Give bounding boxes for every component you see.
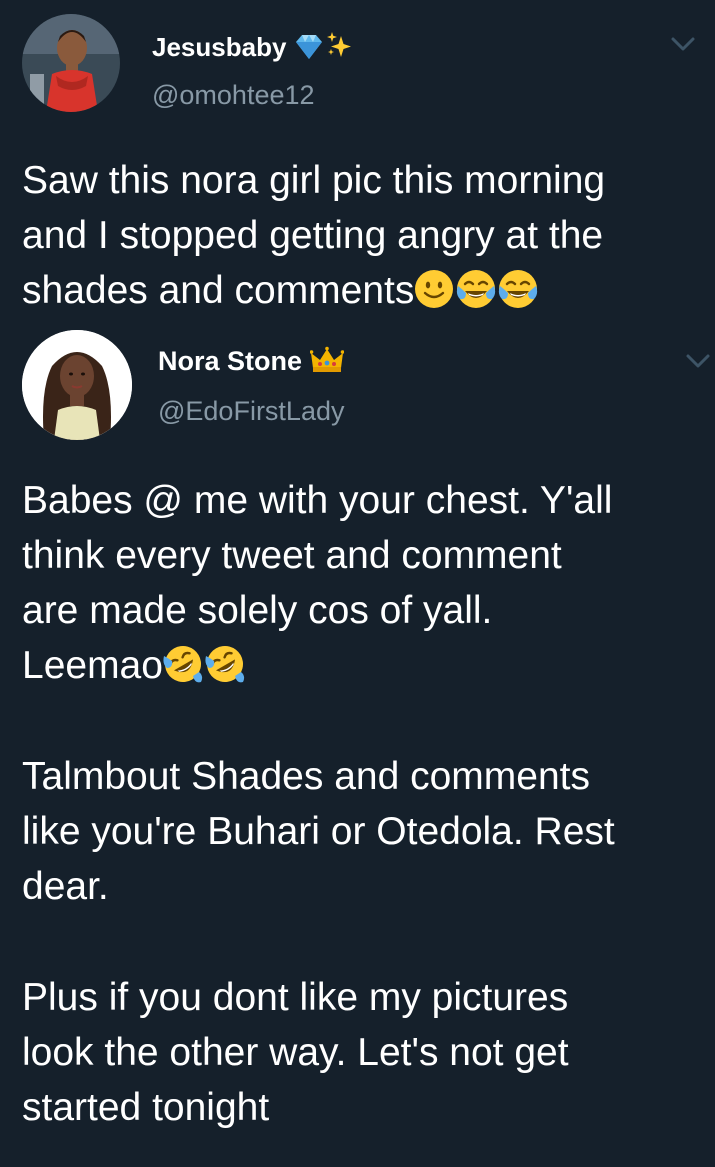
tweet-text: Babes @ me with your chest. Y'all think … [22,473,702,1135]
text-line: look the other way. Let's not get [22,1031,569,1074]
text-line-content: Leemao [22,644,163,687]
text-line: dear. [22,865,109,908]
text-line: think every tweet and comment [22,534,562,577]
slightly-smiling-face-icon [414,269,454,309]
text-line: are made solely cos of yall. [22,589,493,632]
tweet-text: Saw this nora girl pic this morning and … [22,153,702,318]
text-line: Saw this nora girl pic this morning [22,159,606,202]
paragraph: Babes @ me with your chest. Y'all think … [22,473,702,693]
text-line: like you're Buhari or Otedola. Rest [22,810,615,853]
display-name[interactable]: Jesusbaby [152,30,354,67]
sparkles-icon [324,30,354,67]
gem-icon [294,34,324,67]
chevron-down-icon[interactable] [670,35,696,53]
rolling-on-floor-laughing-icon [205,644,245,684]
face-with-tears-of-joy-icon [456,269,496,309]
face-with-tears-of-joy-icon [498,269,538,309]
chevron-down-icon[interactable] [685,352,711,370]
handle[interactable]: @EdoFirstLady [158,396,344,427]
tweet-jesusbaby[interactable]: Jesusbaby @omohtee12 Saw this nora girl … [0,0,715,330]
text-line: Talmbout Shades and comments [22,755,590,798]
avatar[interactable] [22,330,132,440]
text-line: started tonight [22,1086,270,1129]
crown-icon [309,346,344,381]
text-line: Babes @ me with your chest. Y'all [22,479,613,522]
text-line: Plus if you dont like my pictures [22,976,569,1019]
display-name[interactable]: Nora Stone [158,346,344,381]
text-line: shades and comments [22,263,702,318]
display-name-text[interactable]: Nora Stone [158,346,302,376]
handle[interactable]: @omohtee12 [152,80,315,111]
rolling-on-floor-laughing-icon [163,644,203,684]
tweet-nora-stone[interactable]: Nora Stone @EdoFirstLady Babes @ me with… [0,330,715,1167]
paragraph: Plus if you dont like my pictures look t… [22,970,702,1135]
paragraph: Talmbout Shades and comments like you're… [22,749,702,914]
display-name-text[interactable]: Jesusbaby [152,32,286,62]
text-line: Leemao [22,638,702,693]
avatar[interactable] [22,14,120,112]
text-line: and I stopped getting angry at the [22,214,604,257]
text-line-content: shades and comments [22,269,415,312]
